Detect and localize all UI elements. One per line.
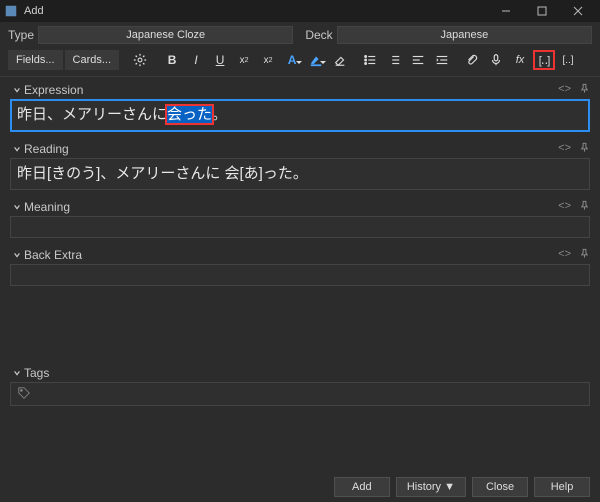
editor-main: Expression <> 昨日、メアリーさんに会った。 Reading <>	[0, 77, 600, 455]
meaning-input[interactable]	[10, 216, 590, 238]
chevron-down-icon	[10, 369, 24, 377]
align-icon[interactable]	[407, 50, 429, 70]
superscript-icon[interactable]: x2	[233, 50, 255, 70]
field-header[interactable]: Expression <>	[10, 81, 590, 99]
close-button[interactable]	[560, 0, 596, 22]
html-toggle-icon[interactable]: <>	[558, 142, 571, 156]
gear-icon[interactable]	[129, 50, 151, 70]
tags-label: Tags	[24, 366, 590, 380]
tag-icon	[17, 386, 31, 403]
field-label: Expression	[24, 83, 558, 97]
selected-text: 会った	[167, 106, 212, 123]
attachment-icon[interactable]	[461, 50, 483, 70]
html-toggle-icon[interactable]: <>	[558, 83, 571, 97]
maximize-button[interactable]	[524, 0, 560, 22]
field-back-extra: Back Extra <>	[10, 246, 590, 286]
unordered-list-icon[interactable]	[359, 50, 381, 70]
highlight-color-icon[interactable]	[305, 50, 327, 70]
window-title: Add	[24, 5, 44, 17]
field-expression: Expression <> 昨日、メアリーさんに会った。	[10, 81, 590, 132]
bottom-bar: Add History ▼ Close Help	[0, 472, 600, 502]
chevron-down-icon	[10, 251, 24, 259]
deck-selector[interactable]: Japanese	[337, 26, 592, 44]
history-button[interactable]: History ▼	[396, 477, 466, 497]
back-extra-input[interactable]	[10, 264, 590, 286]
fields-button[interactable]: Fields...	[8, 50, 63, 70]
pin-icon[interactable]	[579, 200, 590, 214]
eraser-icon[interactable]	[329, 50, 351, 70]
ordered-list-icon[interactable]	[383, 50, 405, 70]
chevron-down-icon	[10, 145, 24, 153]
pin-icon[interactable]	[579, 142, 590, 156]
app-icon	[4, 4, 18, 18]
minimize-button[interactable]	[488, 0, 524, 22]
type-label: Type	[8, 28, 34, 42]
cloze-icon[interactable]: [‥]	[533, 50, 555, 70]
editor-toolbar: Fields... Cards... B I U x2 x2 A fx [‥] …	[0, 48, 600, 77]
html-toggle-icon[interactable]: <>	[558, 248, 571, 262]
bold-icon[interactable]: B	[161, 50, 183, 70]
titlebar: Add	[0, 0, 600, 22]
field-meaning: Meaning <>	[10, 198, 590, 238]
text-segment: 。	[212, 106, 227, 123]
tags-section: Tags	[10, 364, 590, 406]
field-label: Meaning	[24, 200, 558, 214]
text-color-icon[interactable]: A	[281, 50, 303, 70]
field-header[interactable]: Reading <>	[10, 140, 590, 158]
pin-icon[interactable]	[579, 248, 590, 262]
indent-icon[interactable]	[431, 50, 453, 70]
chevron-down-icon	[10, 86, 24, 94]
field-label: Back Extra	[24, 248, 558, 262]
underline-icon[interactable]: U	[209, 50, 231, 70]
field-header[interactable]: Tags	[10, 364, 590, 382]
type-deck-row: Type Japanese Cloze Deck Japanese	[0, 22, 600, 48]
close-dialog-button[interactable]: Close	[472, 477, 528, 497]
field-reading: Reading <> 昨日[きのう]、メアリーさんに 会[あ]った。	[10, 140, 590, 191]
microphone-icon[interactable]	[485, 50, 507, 70]
chevron-down-icon	[10, 203, 24, 211]
cards-button[interactable]: Cards...	[65, 50, 120, 70]
subscript-icon[interactable]: x2	[257, 50, 279, 70]
html-toggle-icon[interactable]: <>	[558, 200, 571, 214]
type-selector[interactable]: Japanese Cloze	[38, 26, 293, 44]
reading-input[interactable]: 昨日[きのう]、メアリーさんに 会[あ]った。	[10, 158, 590, 191]
expression-input[interactable]: 昨日、メアリーさんに会った。	[10, 99, 590, 132]
pin-icon[interactable]	[579, 83, 590, 97]
field-header[interactable]: Meaning <>	[10, 198, 590, 216]
field-header[interactable]: Back Extra <>	[10, 246, 590, 264]
italic-icon[interactable]: I	[185, 50, 207, 70]
add-button[interactable]: Add	[334, 477, 390, 497]
text-segment: 昨日、メアリーさんに	[17, 106, 167, 123]
help-button[interactable]: Help	[534, 477, 590, 497]
tags-input[interactable]	[10, 382, 590, 406]
fx-icon[interactable]: fx	[509, 50, 531, 70]
deck-label: Deck	[305, 28, 332, 42]
cloze-same-icon[interactable]: [..]	[557, 50, 579, 70]
field-label: Reading	[24, 142, 558, 156]
